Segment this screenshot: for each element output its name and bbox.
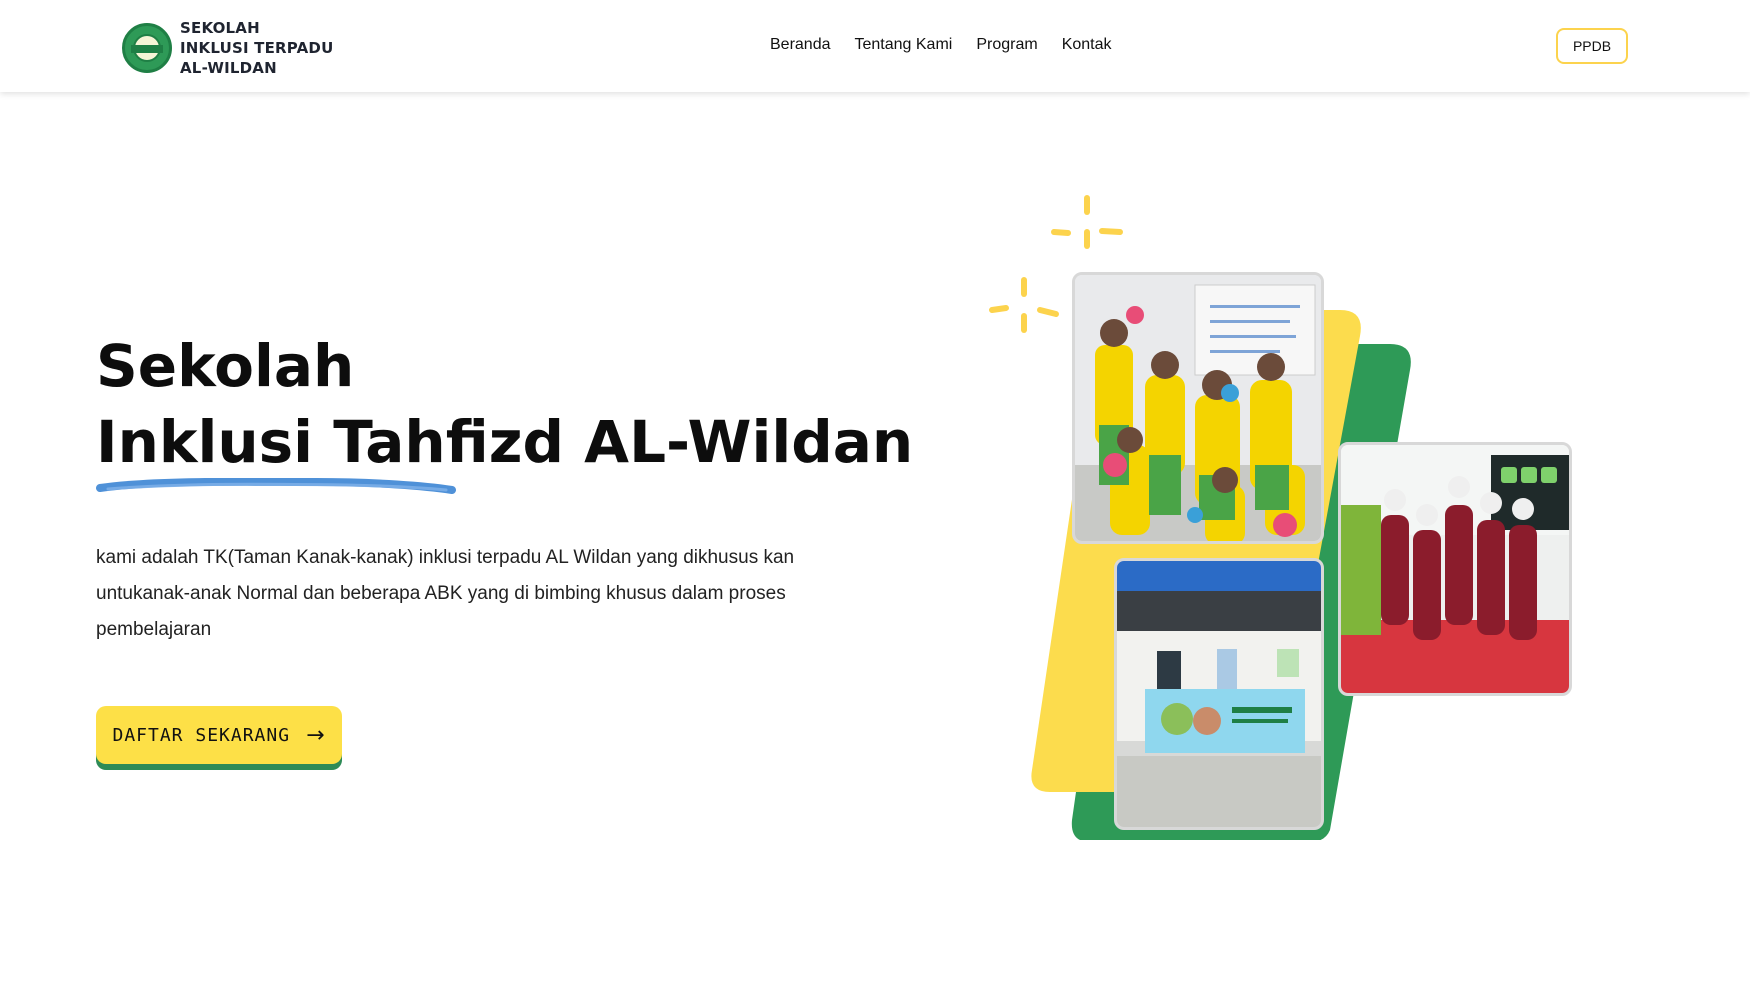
children-praying-photo bbox=[1338, 442, 1572, 696]
cta-label: DAFTAR SEKARANG bbox=[112, 724, 291, 746]
hero-title-line-2: Inklusi Tahfizd AL-Wildan bbox=[96, 408, 914, 476]
top-navbar: SEKOLAH INKLUSI TERPADU AL-WILDAN Berand… bbox=[0, 0, 1750, 92]
main-nav: Beranda Tentang Kami Program Kontak bbox=[770, 36, 1112, 54]
brand-text: SEKOLAH INKLUSI TERPADU AL-WILDAN bbox=[180, 18, 333, 78]
nav-tentang-kami[interactable]: Tentang Kami bbox=[855, 36, 953, 54]
hero-title-line-1: Sekolah bbox=[96, 332, 355, 400]
brand-line-2: INKLUSI TERPADU bbox=[180, 39, 334, 57]
sparkle-icon-top bbox=[1051, 195, 1123, 249]
brand-line-3: AL-WILDAN bbox=[180, 59, 277, 77]
brand[interactable]: SEKOLAH INKLUSI TERPADU AL-WILDAN bbox=[122, 18, 333, 78]
school-building-photo bbox=[1114, 558, 1324, 830]
school-logo-icon bbox=[122, 23, 172, 73]
nav-beranda[interactable]: Beranda bbox=[770, 36, 831, 54]
ppdb-button[interactable]: PPDB bbox=[1556, 28, 1628, 64]
arrow-right-icon: → bbox=[306, 722, 326, 748]
hero-title: Sekolah Inklusi Tahfizd AL-Wildan bbox=[96, 328, 913, 480]
title-underline-brush bbox=[96, 478, 456, 494]
sparkle-icon-left bbox=[989, 277, 1059, 333]
nav-program[interactable]: Program bbox=[976, 36, 1037, 54]
hero-illustration bbox=[980, 190, 1600, 840]
nav-kontak[interactable]: Kontak bbox=[1062, 36, 1112, 54]
children-with-pinwheels-photo bbox=[1072, 272, 1324, 544]
daftar-sekarang-button[interactable]: DAFTAR SEKARANG → bbox=[96, 706, 342, 764]
brand-line-1: SEKOLAH bbox=[180, 19, 260, 37]
hero-description: kami adalah TK(Taman Kanak-kanak) inklus… bbox=[96, 547, 795, 640]
